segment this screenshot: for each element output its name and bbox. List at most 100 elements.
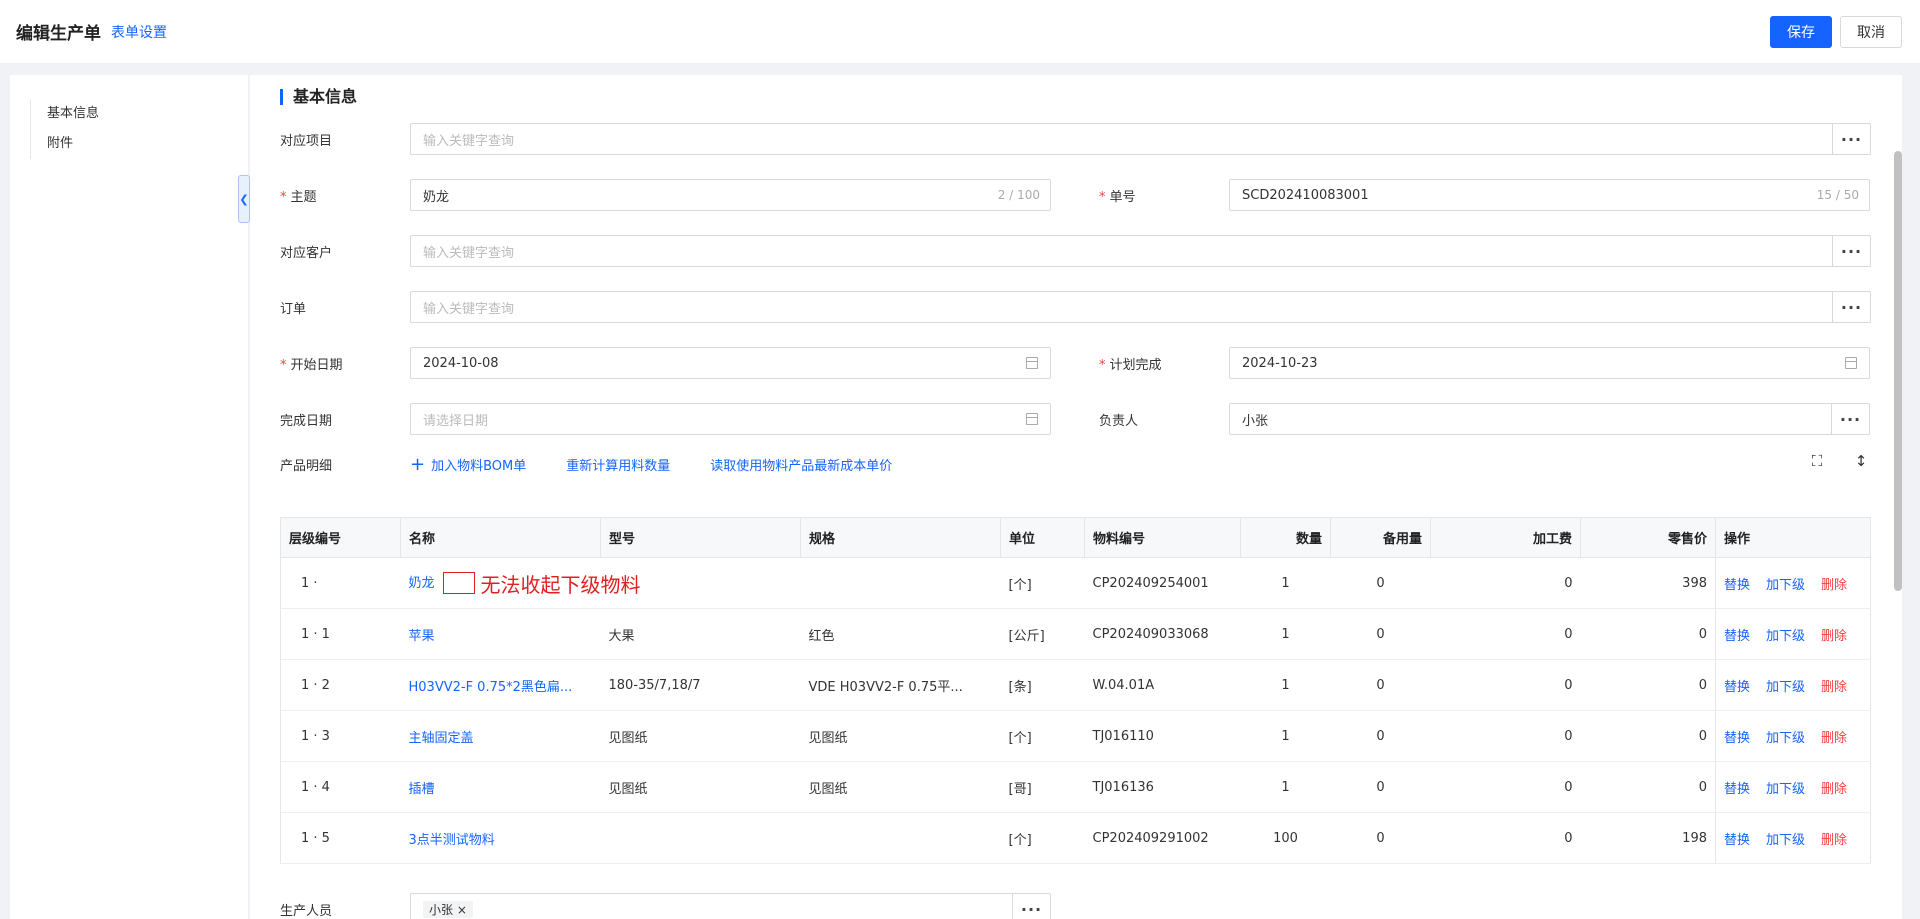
placeholder-text: 输入关键字查询	[423, 301, 515, 317]
owner-input[interactable]: 小张 ···	[1229, 403, 1870, 435]
field-label: * 开始日期	[280, 354, 410, 373]
finish-date-picker[interactable]: 请选择日期	[410, 403, 1051, 435]
cell-model: 见图纸	[608, 781, 648, 797]
table-cell: 见图纸	[800, 710, 1001, 762]
cell-qty: 1	[1281, 728, 1290, 744]
table-cell-actions: 替换 加下级 删除	[1715, 761, 1871, 813]
add-child-button[interactable]: 加下级	[1766, 680, 1805, 695]
table-cell: 1 · 2	[280, 659, 401, 711]
required-mark: *	[1099, 189, 1106, 205]
cell-name-link[interactable]: 主轴固定盖	[409, 731, 474, 746]
replace-button[interactable]: 替换	[1724, 782, 1750, 797]
delete-button[interactable]: 删除	[1821, 578, 1847, 593]
order-no-input[interactable]: SCD202410083001 15 / 50	[1229, 179, 1870, 211]
cell-level: 1 · 1	[301, 626, 330, 642]
table-cell: 398	[1580, 557, 1716, 609]
cell-fee: 0	[1564, 830, 1573, 846]
replace-button[interactable]: 替换	[1724, 731, 1750, 746]
production-staff-input[interactable]: 小张 × ···	[410, 893, 1051, 919]
col-fee: 加工费	[1430, 517, 1581, 558]
more-icon[interactable]: ···	[1012, 894, 1050, 919]
table-cell: 见图纸	[600, 761, 801, 813]
cancel-button[interactable]: 取消	[1840, 16, 1902, 48]
main-content: 基本信息 对应项目 输入关键字查询 ··· * 主题 奶龙 2 / 100 * 单号…	[250, 75, 1902, 919]
cell-name-link[interactable]: 苹果	[409, 629, 435, 644]
replace-button[interactable]: 替换	[1724, 833, 1750, 848]
cell-spec: 见图纸	[808, 781, 848, 797]
order-input[interactable]: 输入关键字查询 ···	[410, 291, 1871, 323]
subject-input[interactable]: 奶龙 2 / 100	[410, 179, 1051, 211]
table-row: 1 · 2 H03VV2-F 0.75*2黑色扁... 180-35/7,18/7 V…	[280, 659, 1871, 711]
table-row: 1 · 4 插槽 见图纸 见图纸 [哥] TJ016136 1 0 0 0 替换 加下级 删除	[280, 761, 1871, 813]
staff-tag[interactable]: 小张 ×	[423, 900, 473, 918]
table-row: 1 · 5 3点半测试物料 [个] CP202409291002 100 0 0 198 替换 加…	[280, 812, 1871, 864]
field-label: 对应项目	[280, 133, 333, 149]
delete-button[interactable]: 删除	[1821, 731, 1847, 746]
table-cell: [个]	[1000, 557, 1085, 609]
cell-spec: 见图纸	[808, 730, 848, 746]
col-level: 层级编号	[280, 517, 401, 558]
replace-button[interactable]: 替换	[1724, 680, 1750, 695]
more-icon[interactable]: ···	[1832, 124, 1870, 154]
more-icon[interactable]: ···	[1832, 236, 1870, 266]
recalc-button[interactable]: 重新计算用料数量	[566, 455, 670, 474]
cell-unit: [条]	[1008, 679, 1032, 695]
delete-button[interactable]: 删除	[1821, 833, 1847, 848]
vertical-scrollbar[interactable]	[1894, 151, 1902, 591]
add-bom-button[interactable]: + 加入物料BOM单	[410, 455, 526, 474]
delete-button[interactable]: 删除	[1821, 680, 1847, 695]
cell-price: 398	[1682, 575, 1707, 591]
save-button[interactable]: 保存	[1770, 16, 1832, 48]
required-mark: *	[1099, 357, 1106, 373]
sidebar-collapse-handle[interactable]: ❮	[238, 175, 250, 223]
cell-name-link[interactable]: 3点半测试物料	[409, 833, 495, 848]
start-date-picker[interactable]: 2024-10-08	[410, 347, 1051, 379]
customer-input[interactable]: 输入关键字查询 ···	[410, 235, 1871, 267]
table-cell: 1 ·	[280, 557, 401, 609]
cell-unit: [个]	[1008, 730, 1032, 746]
cell-name-link[interactable]: 奶龙	[409, 576, 435, 591]
add-child-button[interactable]: 加下级	[1766, 782, 1805, 797]
project-input[interactable]: 输入关键字查询 ···	[410, 123, 1871, 155]
replace-button[interactable]: 替换	[1724, 629, 1750, 644]
table-cell: 1	[1240, 557, 1331, 609]
cell-price: 0	[1698, 728, 1707, 744]
cell-level: 1 · 5	[301, 830, 330, 846]
table-cell: 198	[1580, 812, 1716, 864]
cell-name-link[interactable]: 插槽	[409, 782, 435, 797]
table-cell	[800, 812, 1001, 864]
col-code: 物料编号	[1084, 517, 1241, 558]
planned-finish-picker[interactable]: 2024-10-23	[1229, 347, 1870, 379]
add-child-button[interactable]: 加下级	[1766, 578, 1805, 593]
column-height-icon[interactable]: ↕	[1852, 452, 1870, 470]
delete-button[interactable]: 删除	[1821, 782, 1847, 797]
fullscreen-icon[interactable]: ⛶	[1808, 452, 1826, 470]
cell-code: CP202409033068	[1092, 626, 1209, 642]
replace-button[interactable]: 替换	[1724, 578, 1750, 593]
table-cell: 1	[1240, 710, 1331, 762]
delete-button[interactable]: 删除	[1821, 629, 1847, 644]
more-icon[interactable]: ···	[1831, 404, 1869, 434]
cell-fee: 0	[1564, 779, 1573, 795]
more-icon[interactable]: ···	[1832, 292, 1870, 322]
cell-unit: [个]	[1008, 832, 1032, 848]
table-cell-actions: 替换 加下级 删除	[1715, 710, 1871, 762]
field-label: 完成日期	[280, 413, 333, 429]
add-child-button[interactable]: 加下级	[1766, 833, 1805, 848]
add-child-button[interactable]: 加下级	[1766, 731, 1805, 746]
chevron-left-icon: ❮	[239, 192, 249, 206]
add-child-button[interactable]: 加下级	[1766, 629, 1805, 644]
sidebar-item-attachments[interactable]: 附件	[47, 129, 99, 159]
table-cell: VDE H03VV2-F 0.75平...	[800, 659, 1001, 711]
calendar-icon	[1026, 357, 1038, 369]
col-spare: 备用量	[1330, 517, 1431, 558]
cell-name-link[interactable]: H03VV2-F 0.75*2黑色扁...	[409, 680, 573, 695]
table-cell-actions: 替换 加下级 删除	[1715, 812, 1871, 864]
table-cell	[800, 557, 1001, 609]
read-cost-button[interactable]: 读取使用物料产品最新成本单价	[710, 455, 892, 474]
product-detail-toolbar: 产品明细 + 加入物料BOM单 重新计算用料数量 读取使用物料产品最新成本单价 ⛶…	[280, 452, 1870, 476]
col-spec: 规格	[800, 517, 1001, 558]
form-settings-link[interactable]: 表单设置	[111, 22, 167, 42]
table-cell: 0	[1330, 761, 1431, 813]
sidebar-item-basic-info[interactable]: 基本信息	[47, 99, 99, 129]
